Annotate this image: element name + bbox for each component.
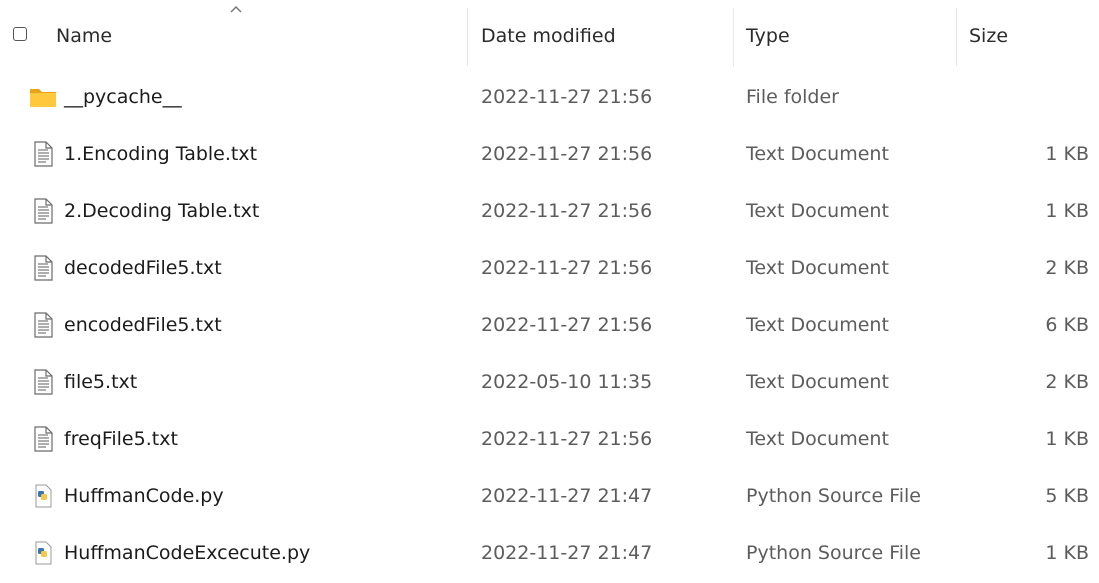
file-row[interactable]: freqFile5.txt 2022-11-27 21:56 Text Docu… [0,412,1099,469]
file-size: 1 KB [1045,200,1089,222]
column-header-size[interactable]: Size [969,24,1008,48]
folder-icon [28,82,58,112]
text-file-icon [28,310,58,340]
file-name: __pycache__ [64,86,182,108]
file-date-modified: 2022-05-10 11:35 [481,371,653,393]
file-name: 1.Encoding Table.txt [64,143,258,165]
file-type: Python Source File [746,542,921,564]
file-explorer-list: Name Date modified Type Size __pycache__… [0,0,1099,569]
text-file-icon [28,424,58,454]
file-list: __pycache__ 2022-11-27 21:56 File folder… [0,70,1099,583]
column-header-date-modified[interactable]: Date modified [481,24,616,48]
file-row[interactable]: 2.Decoding Table.txt 2022-11-27 21:56 Te… [0,184,1099,241]
column-divider[interactable] [733,8,734,66]
file-type: Text Document [746,143,889,165]
file-date-modified: 2022-11-27 21:56 [481,143,653,165]
file-row[interactable]: decodedFile5.txt 2022-11-27 21:56 Text D… [0,241,1099,298]
file-row[interactable]: encodedFile5.txt 2022-11-27 21:56 Text D… [0,298,1099,355]
file-row[interactable]: 1.Encoding Table.txt 2022-11-27 21:56 Te… [0,127,1099,184]
column-header-type[interactable]: Type [746,24,790,48]
file-type: Text Document [746,257,889,279]
file-name: freqFile5.txt [64,428,178,450]
file-date-modified: 2022-11-27 21:47 [481,485,653,507]
file-date-modified: 2022-11-27 21:56 [481,314,653,336]
file-name: decodedFile5.txt [64,257,222,279]
file-row[interactable]: file5.txt 2022-05-10 11:35 Text Document… [0,355,1099,412]
text-file-icon [28,139,58,169]
select-all-checkbox[interactable] [13,27,27,41]
file-name: HuffmanCode.py [64,485,224,507]
file-type: Text Document [746,200,889,222]
file-date-modified: 2022-11-27 21:47 [481,542,653,564]
column-divider[interactable] [467,8,468,66]
file-size: 2 KB [1045,257,1089,279]
file-name: 2.Decoding Table.txt [64,200,260,222]
file-name: file5.txt [64,371,138,393]
file-type: Text Document [746,314,889,336]
python-file-icon [28,481,58,511]
file-date-modified: 2022-11-27 21:56 [481,86,653,108]
file-date-modified: 2022-11-27 21:56 [481,200,653,222]
python-file-icon [28,538,58,568]
file-type: Python Source File [746,485,921,507]
file-name: HuffmanCodeExcecute.py [64,542,311,564]
text-file-icon [28,253,58,283]
file-size: 1 KB [1045,542,1089,564]
file-size: 1 KB [1045,428,1089,450]
file-date-modified: 2022-11-27 21:56 [481,257,653,279]
file-row[interactable]: __pycache__ 2022-11-27 21:56 File folder [0,70,1099,127]
file-type: Text Document [746,428,889,450]
text-file-icon [28,196,58,226]
text-file-icon [28,367,58,397]
file-type: Text Document [746,371,889,393]
file-size: 1 KB [1045,143,1089,165]
file-row[interactable]: HuffmanCode.py 2022-11-27 21:47 Python S… [0,469,1099,526]
column-divider[interactable] [956,8,957,66]
file-size: 5 KB [1045,485,1089,507]
column-header-name[interactable]: Name [56,24,112,48]
file-date-modified: 2022-11-27 21:56 [481,428,653,450]
file-name: encodedFile5.txt [64,314,222,336]
file-size: 2 KB [1045,371,1089,393]
column-header-row: Name Date modified Type Size [0,0,1099,70]
sort-ascending-icon [230,5,242,13]
file-row[interactable]: HuffmanCodeExcecute.py 2022-11-27 21:47 … [0,526,1099,583]
file-size: 6 KB [1045,314,1089,336]
file-type: File folder [746,86,839,108]
